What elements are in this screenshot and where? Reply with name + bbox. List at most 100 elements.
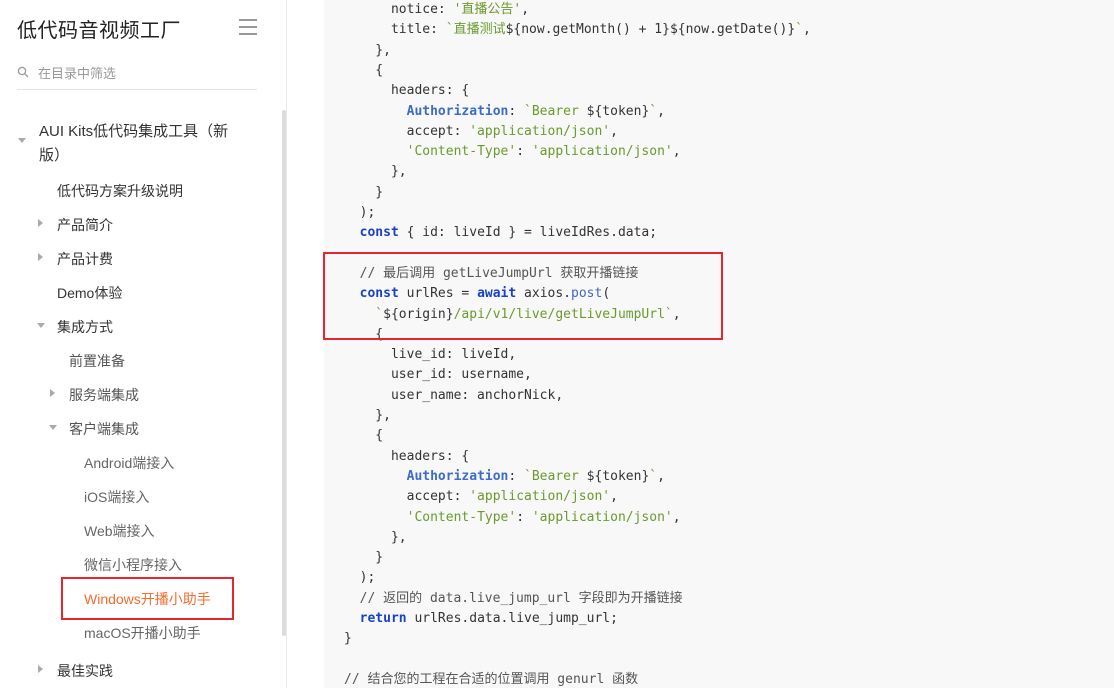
code-token: post (571, 286, 603, 302)
nav-item-aui-kits-cont[interactable]: 版） (39, 144, 69, 165)
nav-item-client-integration[interactable]: 客户端集成 (49, 419, 139, 439)
code-token: : (508, 103, 525, 119)
menu-toggle-icon[interactable] (239, 19, 257, 35)
code-line: } (344, 184, 383, 202)
code-token: accept: (344, 123, 470, 139)
code-token: `Bearer (524, 103, 587, 119)
chevron-right-icon[interactable] (38, 665, 43, 673)
nav-item-label: 产品计费 (57, 251, 113, 267)
code-token: ); (344, 205, 376, 220)
code-token: `Bearer (524, 468, 587, 484)
main-content: notice: '直播公告', title: `直播测试${now.getMon… (288, 0, 1114, 688)
nav-item-label: 产品简介 (57, 217, 113, 233)
code-token: Authorization (406, 103, 509, 119)
site-title[interactable]: 低代码音视频工厂 (17, 14, 181, 43)
nav-item-label: 前置准备 (69, 353, 125, 369)
nav-item-product-intro[interactable]: 产品简介 (38, 215, 113, 235)
nav-item-label: 集成方式 (57, 319, 113, 335)
code-token: , (672, 509, 681, 525)
code-line: // 结合您的工程在合适的位置调用 genurl 函数 (344, 671, 638, 688)
code-line: } (344, 549, 383, 567)
chevron-down-icon[interactable] (37, 323, 45, 328)
nav-item-demo[interactable]: Demo体验 (57, 283, 122, 303)
code-line: headers: { (344, 82, 469, 100)
code-line: ); (344, 204, 376, 222)
sidebar-scrollbar[interactable] (282, 110, 286, 636)
code-token: : (516, 144, 532, 160)
chevron-right-icon[interactable] (38, 219, 43, 227)
code-line: accept: 'application/json', (344, 123, 618, 141)
code-token: : (516, 509, 532, 525)
code-line: `${origin}/api/v1/live/getLiveJumpUrl`, (344, 306, 681, 324)
code-token: }, (344, 408, 391, 423)
code-token: title: (344, 22, 446, 38)
nav-item-label: Windows开播小助手 (84, 591, 211, 607)
code-token: headers: { (344, 448, 470, 464)
nav-item-prerequisites[interactable]: 前置准备 (69, 351, 125, 371)
code-token: } (344, 631, 352, 647)
nav-item-label: 低代码方案升级说明 (57, 183, 183, 199)
nav-item-macos-assistant[interactable]: macOS开播小助手 (84, 623, 201, 643)
code-line: Authorization: `Bearer ${token}`, (344, 103, 665, 121)
code-line: Authorization: `Bearer ${token}`, (344, 468, 665, 486)
code-token: 'application/json' (469, 489, 611, 505)
code-token: 'application/json' (469, 123, 611, 139)
code-token: return (359, 611, 407, 626)
nav-item-upgrade-notes[interactable]: 低代码方案升级说明 (57, 181, 183, 201)
code-token: , (657, 103, 665, 119)
nav-item-android[interactable]: Android端接入 (84, 453, 174, 473)
code-line: // 返回的 data.live_jump_url 字段即为开播链接 (344, 590, 683, 608)
code-token: { (344, 62, 384, 78)
code-token: , (657, 468, 665, 484)
code-token: 'application/json' (531, 509, 673, 525)
nav-item-label: Web端接入 (84, 523, 155, 539)
nav-item-label: 微信小程序接入 (84, 557, 182, 573)
code-block: notice: '直播公告', title: `直播测试${now.getMon… (324, 0, 1114, 688)
code-token: 'Content-Type' (406, 144, 517, 160)
filter-field[interactable] (17, 60, 257, 90)
code-token: urlRes.data.live_jump_url; (406, 611, 618, 626)
nav-item-label: 客户端集成 (69, 421, 139, 437)
code-token: urlRes = (398, 286, 478, 302)
code-token: live_id: liveId, (344, 347, 517, 363)
nav-item-billing[interactable]: 产品计费 (38, 249, 113, 269)
chevron-right-icon[interactable] (38, 253, 43, 261)
sidebar-nav: 低代码音视频工厂 AUI Kits低代码集成工具（新 版） 低代码方案升级说明 … (0, 0, 287, 688)
code-line: user_name: anchorNick, (344, 387, 563, 405)
code-token: // 结合您的工程在合适的位置调用 genurl 函数 (344, 671, 639, 687)
nav-item-label: Demo体验 (57, 285, 123, 301)
filter-input[interactable] (38, 64, 253, 82)
code-line: { (344, 326, 383, 344)
code-line: accept: 'application/json', (344, 488, 618, 506)
code-token: axios. (516, 286, 572, 302)
code-token: , (672, 306, 681, 322)
code-token: headers: { (344, 83, 470, 99)
code-token: `直播测试 (445, 22, 506, 38)
code-token: '直播公告' (453, 2, 522, 17)
code-token: , (521, 2, 530, 17)
chevron-right-icon[interactable] (50, 389, 55, 397)
nav-item-best-practices[interactable]: 最佳实践 (38, 661, 113, 681)
nav-item-wechat-miniprogram[interactable]: 微信小程序接入 (84, 555, 182, 575)
nav-item-windows-assistant[interactable]: Windows开播小助手 (84, 589, 211, 609)
code-token: }, (344, 164, 407, 180)
nav-item-ios[interactable]: iOS端接入 (84, 487, 149, 507)
nav-item-web[interactable]: Web端接入 (84, 521, 155, 541)
code-token: ${origin} (383, 306, 454, 322)
code-token: const (359, 225, 399, 241)
chevron-down-icon[interactable] (18, 138, 26, 143)
code-line: { (344, 62, 383, 80)
chevron-down-icon[interactable] (49, 425, 57, 430)
code-line: // 最后调用 getLiveJumpUrl 获取开播链接 (344, 265, 639, 283)
nav-item-integration[interactable]: 集成方式 (37, 317, 113, 337)
code-token: user_id: username, (344, 367, 532, 383)
nav-item-aui-kits[interactable]: AUI Kits低代码集成工具（新 (18, 120, 228, 143)
nav-item-server-integration[interactable]: 服务端集成 (50, 385, 139, 405)
nav-item-label: macOS开播小助手 (84, 625, 201, 641)
code-token: accept: (344, 489, 470, 505)
